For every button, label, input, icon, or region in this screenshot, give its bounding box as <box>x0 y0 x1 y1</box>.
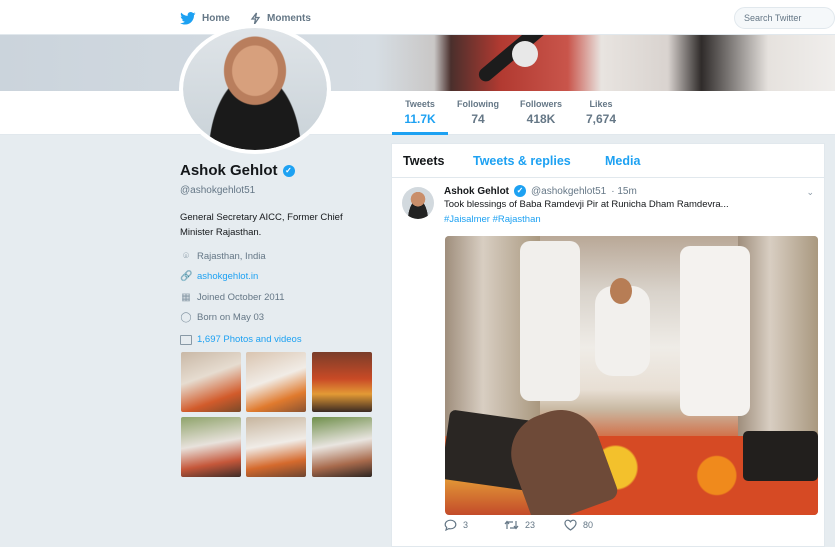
stat-followers-label: Followers <box>519 99 562 109</box>
photo-icon <box>180 334 192 345</box>
tweet-hashtags[interactable]: #Jaisalmer #Rajasthan <box>444 214 541 225</box>
verified-icon: ✓ <box>514 185 527 197</box>
tweet-timestamp[interactable]: · 15m <box>611 186 637 197</box>
profile-name[interactable]: Ashok Gehlot <box>180 162 278 179</box>
tweet-author-handle[interactable]: @ashokgehlot51 <box>531 186 606 197</box>
retweet-count: 23 <box>525 520 536 530</box>
heart-icon <box>564 519 577 531</box>
balloon-icon: ◯ <box>180 312 192 324</box>
chevron-down-icon[interactable]: ⌄ <box>806 187 814 198</box>
stat-following-value: 74 <box>471 112 485 126</box>
profile-stats-bar: Tweets 11.7K Following 74 Followers 418K… <box>0 91 835 135</box>
photo-thumb[interactable] <box>181 352 241 412</box>
reply-icon <box>444 519 457 531</box>
nav-moments-label: Moments <box>267 12 311 24</box>
location-pin-icon: ⌾ <box>183 250 189 262</box>
tab-tweets-replies[interactable]: Tweets & replies <box>473 154 571 168</box>
tweet-author-name[interactable]: Ashok Gehlot <box>444 186 509 197</box>
stat-likes-label: Likes <box>589 99 613 109</box>
photo-silver-arch-right <box>738 236 818 436</box>
stat-following[interactable]: Following 74 <box>455 99 501 126</box>
profile-joined: ▦ Joined October 2011 <box>180 287 380 308</box>
photo-face <box>610 278 632 304</box>
nav-home-label: Home <box>202 12 230 24</box>
reply-button[interactable]: 3 <box>444 519 504 531</box>
profile-card: Ashok Gehlot ✓ @ashokgehlot51 General Se… <box>180 162 380 345</box>
photos-videos-link[interactable]: 1,697 Photos and videos <box>180 334 380 345</box>
stat-tweets[interactable]: Tweets 11.7K <box>392 99 448 135</box>
profile-meta: ⌾ Rajasthan, India 🔗 ashokgehlot.in ▦ Jo… <box>180 246 380 328</box>
photo-person-left <box>520 241 580 401</box>
like-button[interactable]: 80 <box>564 519 624 531</box>
stat-tweets-value: 11.7K <box>404 112 436 126</box>
profile-location-text: Rajasthan, India <box>197 250 266 262</box>
calendar-icon: ▦ <box>181 291 191 303</box>
profile-banner <box>0 35 835 91</box>
profile-birthday: ◯ Born on May 03 <box>180 308 380 329</box>
tab-tweets[interactable]: Tweets <box>403 154 444 168</box>
tweet-header: Ashok Gehlot ✓ @ashokgehlot51 · 15m <box>444 185 637 197</box>
tweet-photo[interactable] <box>445 236 818 515</box>
profile-handle[interactable]: @ashokgehlot51 <box>180 185 380 196</box>
lightning-icon <box>250 12 261 24</box>
link-icon: 🔗 <box>180 271 193 283</box>
profile-bio: General Secretary AICC, Former Chief Min… <box>180 212 343 238</box>
photos-videos-label: 1,697 Photos and videos <box>197 334 302 345</box>
photo-thumb[interactable] <box>246 352 306 412</box>
photo-phone-right <box>743 431 818 481</box>
verified-icon: ✓ <box>282 164 295 177</box>
twitter-bird-icon <box>180 11 196 25</box>
nav-home[interactable]: Home <box>180 9 230 27</box>
reply-count: 3 <box>463 520 469 530</box>
profile-joined-text: Joined October 2011 <box>197 291 285 303</box>
timeline: Tweets Tweets & replies Media Ashok Gehl… <box>391 143 825 547</box>
top-nav: Home Moments Search Twitter <box>0 0 835 35</box>
tweet-text: Took blessings of Baba Ramdevji Pir at R… <box>444 199 729 210</box>
avatar-image <box>183 28 327 150</box>
photo-thumb[interactable] <box>312 352 372 412</box>
profile-avatar[interactable] <box>179 24 331 154</box>
profile-location: ⌾ Rajasthan, India <box>180 246 380 267</box>
retweet-icon <box>504 520 519 530</box>
search-input[interactable]: Search Twitter <box>734 7 835 29</box>
photo-thumb[interactable] <box>312 417 372 477</box>
retweet-button[interactable]: 23 <box>504 519 564 531</box>
tab-media[interactable]: Media <box>605 154 640 168</box>
photo-thumb[interactable] <box>181 417 241 477</box>
like-count: 80 <box>583 520 594 530</box>
stat-tweets-label: Tweets <box>405 99 435 109</box>
profile-birthday-text: Born on May 03 <box>197 312 265 324</box>
profile-website-link[interactable]: ashokgehlot.in <box>197 271 258 282</box>
tweet-actions: 3 23 80 <box>444 519 624 531</box>
stat-following-label: Following <box>457 99 499 109</box>
tweet-avatar[interactable] <box>402 187 434 219</box>
stat-likes[interactable]: Likes 7,674 <box>580 99 622 126</box>
profile-website: 🔗 ashokgehlot.in <box>180 267 380 288</box>
banner-microphone-head <box>512 41 538 67</box>
stat-followers[interactable]: Followers 418K <box>516 99 566 126</box>
stat-followers-value: 418K <box>526 112 556 126</box>
photo-thumb[interactable] <box>246 417 306 477</box>
photo-person-right <box>680 246 750 416</box>
timeline-tabs: Tweets Tweets & replies Media <box>392 144 824 178</box>
stat-likes-value: 7,674 <box>585 112 617 126</box>
